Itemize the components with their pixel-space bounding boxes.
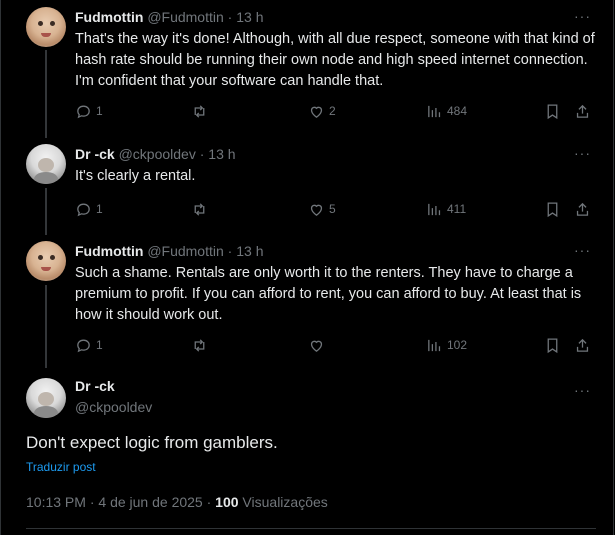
thread-line	[45, 285, 47, 368]
author-name[interactable]: Fudmottin	[75, 243, 143, 259]
bookmark-button[interactable]	[544, 101, 561, 121]
repost-button[interactable]	[191, 199, 212, 219]
share-icon	[576, 202, 589, 216]
reply-icon	[77, 339, 90, 352]
reply-post-3[interactable]: Fudmottin @Fudmottin · 13 h ··· Such a s…	[0, 235, 610, 373]
bookmark-icon	[547, 337, 558, 353]
views-button[interactable]: 411	[426, 199, 466, 219]
views-button[interactable]: 102	[426, 335, 467, 355]
author-handle[interactable]: @ckpooldev	[119, 146, 196, 162]
author-name[interactable]: Dr -ck	[75, 378, 115, 394]
share-icon	[576, 104, 589, 118]
separator: ·	[206, 494, 212, 510]
like-count: 5	[329, 202, 336, 216]
post-time[interactable]: 13 h	[208, 146, 235, 162]
views-count: 100	[215, 494, 239, 510]
share-icon	[576, 338, 589, 352]
separator: ·	[227, 9, 233, 25]
repost-icon	[194, 202, 205, 216]
reply-icon	[77, 105, 90, 118]
right-border	[613, 0, 614, 535]
views-count: 484	[447, 104, 468, 118]
avatar[interactable]	[26, 144, 66, 184]
views-icon	[428, 339, 441, 351]
thread-line	[45, 50, 47, 138]
views-count: 411	[447, 202, 467, 216]
post-timestamp: 10:13 PM · 4 de jun de 2025 · 100 Visual…	[26, 494, 328, 510]
like-button[interactable]	[308, 335, 329, 355]
more-icon[interactable]: ···	[574, 8, 591, 24]
views-icon	[428, 203, 441, 215]
more-icon[interactable]: ···	[574, 145, 591, 161]
reply-post-2[interactable]: Dr -ck @ckpooldev · 13 h ··· It's clearl…	[0, 138, 610, 235]
avatar[interactable]	[26, 378, 66, 418]
views-button[interactable]: 484	[426, 101, 467, 121]
repost-icon	[194, 338, 205, 352]
translate-link[interactable]: Traduzir post	[26, 460, 96, 474]
reply-icon	[77, 203, 90, 216]
like-icon	[310, 106, 323, 118]
author-handle[interactable]: @Fudmottin	[147, 9, 223, 25]
bookmark-button[interactable]	[544, 335, 561, 355]
avatar[interactable]	[26, 7, 66, 47]
views-label: Visualizações	[242, 494, 328, 510]
reply-count: 1	[96, 104, 103, 118]
post-text: It's clearly a rental.	[75, 168, 196, 184]
author-name[interactable]: Dr -ck	[75, 146, 115, 162]
repost-button[interactable]	[191, 335, 212, 355]
bookmark-button[interactable]	[544, 199, 561, 219]
share-button[interactable]	[574, 199, 591, 219]
reply-button[interactable]: 1	[75, 335, 103, 355]
like-icon	[310, 340, 323, 352]
post-text: Such a shame. Rentals are only worth it …	[75, 265, 582, 323]
post-time[interactable]: 10:13 PM	[26, 494, 86, 510]
repost-button[interactable]	[191, 101, 212, 121]
post-text: Don't expect logic from gamblers.	[26, 433, 278, 452]
views-icon	[428, 105, 441, 117]
like-icon	[310, 204, 323, 216]
post-time[interactable]: 13 h	[236, 9, 263, 25]
action-bar: 1 2 484	[75, 101, 595, 121]
reply-count: 1	[96, 202, 103, 216]
action-bar: 1 102	[75, 335, 595, 355]
thread-line	[45, 188, 47, 235]
bookmark-icon	[547, 201, 558, 217]
divider	[26, 528, 596, 529]
like-count: 2	[329, 104, 336, 118]
post-time[interactable]: 13 h	[236, 243, 263, 259]
like-button[interactable]: 2	[308, 101, 336, 121]
more-icon[interactable]: ···	[574, 242, 591, 258]
action-bar: 1 5 411	[75, 199, 595, 219]
bookmark-icon	[547, 103, 558, 119]
post-text: That's the way it's done! Although, with…	[75, 31, 595, 89]
more-icon[interactable]: ···	[574, 382, 591, 398]
author-name[interactable]: Fudmottin	[75, 9, 143, 25]
separator: ·	[227, 243, 233, 259]
reply-button[interactable]: 1	[75, 199, 103, 219]
author-handle[interactable]: @ckpooldev	[75, 399, 152, 415]
separator: ·	[89, 494, 95, 510]
author-handle[interactable]: @Fudmottin	[147, 243, 223, 259]
share-button[interactable]	[574, 101, 591, 121]
reply-button[interactable]: 1	[75, 101, 103, 121]
avatar[interactable]	[26, 241, 66, 281]
like-button[interactable]: 5	[308, 199, 336, 219]
reply-count: 1	[96, 338, 103, 352]
post-date[interactable]: 4 de jun de 2025	[98, 494, 202, 510]
views-count: 102	[447, 338, 468, 352]
reply-post-1[interactable]: Fudmottin @Fudmottin · 13 h ··· That's t…	[0, 0, 610, 138]
repost-icon	[194, 104, 205, 118]
share-button[interactable]	[574, 335, 591, 355]
separator: ·	[199, 146, 205, 162]
